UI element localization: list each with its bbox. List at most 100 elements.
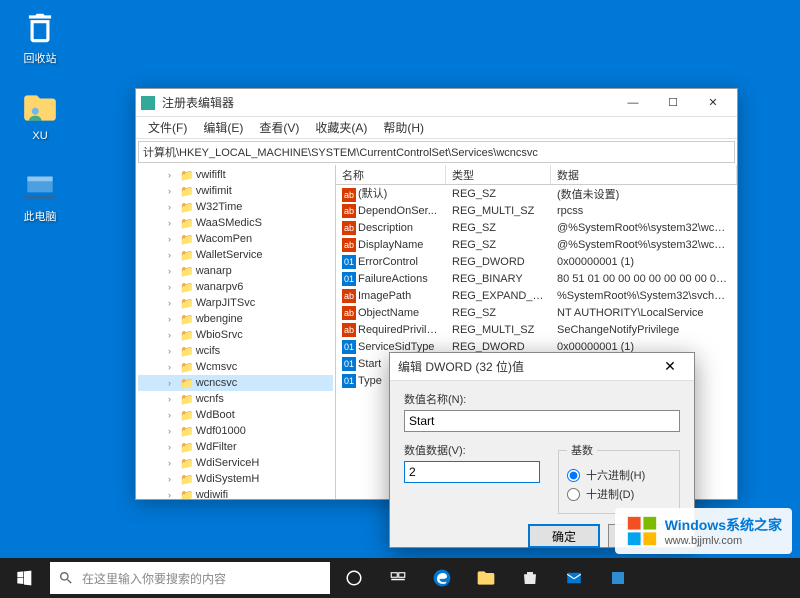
tree-item[interactable]: ›📁WarpJITSvc bbox=[138, 295, 333, 311]
tree-item[interactable]: ›📁Wcmsvc bbox=[138, 359, 333, 375]
tree-item[interactable]: ›📁wdiwifi bbox=[138, 487, 333, 499]
tree-item[interactable]: ›📁wcnfs bbox=[138, 391, 333, 407]
tree-item[interactable]: ›📁wanarpv6 bbox=[138, 279, 333, 295]
expand-icon[interactable]: › bbox=[168, 282, 178, 292]
minimize-button[interactable]: — bbox=[613, 91, 653, 115]
radio-dec-row[interactable]: 十进制(D) bbox=[567, 486, 671, 502]
list-row[interactable]: abDependOnSer...REG_MULTI_SZrpcss bbox=[336, 202, 737, 219]
expand-icon[interactable]: › bbox=[168, 218, 178, 228]
tree-item[interactable]: ›📁vwifimit bbox=[138, 183, 333, 199]
expand-icon[interactable]: › bbox=[168, 378, 178, 388]
list-row[interactable]: abImagePathREG_EXPAND_SZ%SystemRoot%\Sys… bbox=[336, 287, 737, 304]
list-row[interactable]: abObjectNameREG_SZNT AUTHORITY\LocalServ… bbox=[336, 304, 737, 321]
tree-item[interactable]: ›📁wbengine bbox=[138, 311, 333, 327]
expand-icon[interactable]: › bbox=[168, 426, 178, 436]
watermark-title: Windows系统之家 bbox=[665, 515, 782, 535]
tree-item[interactable]: ›📁WalletService bbox=[138, 247, 333, 263]
tree-item[interactable]: ›📁WdBoot bbox=[138, 407, 333, 423]
regedit-icon bbox=[140, 95, 156, 111]
titlebar[interactable]: 注册表编辑器 — ☐ ✕ bbox=[136, 89, 737, 117]
menu-favorites[interactable]: 收藏夹(A) bbox=[307, 117, 375, 138]
menu-help[interactable]: 帮助(H) bbox=[375, 117, 432, 138]
col-name[interactable]: 名称 bbox=[336, 165, 446, 184]
tree-item[interactable]: ›📁WacomPen bbox=[138, 231, 333, 247]
expand-icon[interactable]: › bbox=[168, 442, 178, 452]
radio-hex-row[interactable]: 十六进制(H) bbox=[567, 467, 671, 483]
taskbar-cortana[interactable] bbox=[332, 558, 376, 598]
expand-icon[interactable]: › bbox=[168, 314, 178, 324]
list-row[interactable]: abDisplayNameREG_SZ@%SystemRoot%\system3… bbox=[336, 236, 737, 253]
expand-icon[interactable]: › bbox=[168, 266, 178, 276]
expand-icon[interactable]: › bbox=[168, 202, 178, 212]
value-data: SeChangeNotifyPrivilege bbox=[551, 324, 737, 336]
expand-icon[interactable]: › bbox=[168, 234, 178, 244]
folder-icon bbox=[20, 88, 60, 128]
expand-icon[interactable]: › bbox=[168, 330, 178, 340]
tree-item[interactable]: ›📁wanarp bbox=[138, 263, 333, 279]
tree-panel[interactable]: ›📁vwififlt›📁vwifimit›📁W32Time›📁WaaSMedic… bbox=[136, 165, 336, 499]
radio-dec[interactable] bbox=[567, 488, 580, 501]
menu-file[interactable]: 文件(F) bbox=[140, 117, 195, 138]
tree-label: wbengine bbox=[196, 313, 243, 325]
expand-icon[interactable]: › bbox=[168, 170, 178, 180]
tree-item[interactable]: ›📁wcifs bbox=[138, 343, 333, 359]
list-row[interactable]: abDescriptionREG_SZ@%SystemRoot%\system3… bbox=[336, 219, 737, 236]
dialog-titlebar[interactable]: 编辑 DWORD (32 位)值 ✕ bbox=[390, 353, 694, 381]
tree-item[interactable]: ›📁W32Time bbox=[138, 199, 333, 215]
taskbar-app[interactable] bbox=[596, 558, 640, 598]
expand-icon[interactable]: › bbox=[168, 186, 178, 196]
taskbar-mail[interactable] bbox=[552, 558, 596, 598]
value-name-input[interactable] bbox=[404, 410, 680, 432]
menu-view[interactable]: 查看(V) bbox=[251, 117, 307, 138]
taskbar-explorer[interactable] bbox=[464, 558, 508, 598]
expand-icon[interactable]: › bbox=[168, 346, 178, 356]
maximize-button[interactable]: ☐ bbox=[653, 91, 693, 115]
tree-item[interactable]: ›📁wcncsvc bbox=[138, 375, 333, 391]
tree-label: Wcmsvc bbox=[196, 361, 238, 373]
expand-icon[interactable]: › bbox=[168, 490, 178, 499]
search-placeholder: 在这里输入你要搜索的内容 bbox=[82, 570, 226, 587]
expand-icon[interactable]: › bbox=[168, 362, 178, 372]
taskbar-store[interactable] bbox=[508, 558, 552, 598]
tree-item[interactable]: ›📁Wdf01000 bbox=[138, 423, 333, 439]
desktop-icon-user-folder[interactable]: XU bbox=[10, 88, 70, 142]
tree-item[interactable]: ›📁WdiSystemH bbox=[138, 471, 333, 487]
tree-item[interactable]: ›📁WbioSrvc bbox=[138, 327, 333, 343]
tree-item[interactable]: ›📁vwififlt bbox=[138, 167, 333, 183]
start-button[interactable] bbox=[0, 558, 48, 598]
taskbar-taskview[interactable] bbox=[376, 558, 420, 598]
tree-item[interactable]: ›📁WdiServiceH bbox=[138, 455, 333, 471]
col-data[interactable]: 数据 bbox=[551, 165, 737, 184]
value-data-input[interactable] bbox=[404, 461, 540, 483]
radio-hex[interactable] bbox=[567, 469, 580, 482]
desktop-icon-this-pc[interactable]: 此电脑 bbox=[10, 166, 70, 224]
expand-icon[interactable]: › bbox=[168, 394, 178, 404]
list-row[interactable]: 01FailureActionsREG_BINARY80 51 01 00 00… bbox=[336, 270, 737, 287]
value-name: RequiredPrivile... bbox=[358, 323, 442, 335]
list-row[interactable]: ab(默认)REG_SZ(数值未设置) bbox=[336, 185, 737, 202]
close-button[interactable]: ✕ bbox=[693, 91, 733, 115]
list-row[interactable]: 01ErrorControlREG_DWORD0x00000001 (1) bbox=[336, 253, 737, 270]
address-bar[interactable]: 计算机\HKEY_LOCAL_MACHINE\SYSTEM\CurrentCon… bbox=[138, 141, 735, 163]
taskbar-search[interactable]: 在这里输入你要搜索的内容 bbox=[50, 562, 330, 594]
watermark-url: www.bjjmlv.com bbox=[665, 535, 782, 547]
ok-button[interactable]: 确定 bbox=[528, 524, 600, 548]
value-icon: ab bbox=[342, 204, 356, 218]
menu-edit[interactable]: 编辑(E) bbox=[195, 117, 251, 138]
expand-icon[interactable]: › bbox=[168, 474, 178, 484]
list-row[interactable]: abRequiredPrivile...REG_MULTI_SZSeChange… bbox=[336, 321, 737, 338]
tree-item[interactable]: ›📁WdFilter bbox=[138, 439, 333, 455]
expand-icon[interactable]: › bbox=[168, 250, 178, 260]
folder-icon: 📁 bbox=[180, 409, 194, 422]
col-type[interactable]: 类型 bbox=[446, 165, 551, 184]
dialog-close-button[interactable]: ✕ bbox=[654, 355, 686, 379]
tree-item[interactable]: ›📁WaaSMedicS bbox=[138, 215, 333, 231]
expand-icon[interactable]: › bbox=[168, 458, 178, 468]
list-header[interactable]: 名称 类型 数据 bbox=[336, 165, 737, 185]
tree-label: WdFilter bbox=[196, 441, 237, 453]
folder-icon: 📁 bbox=[180, 297, 194, 310]
expand-icon[interactable]: › bbox=[168, 410, 178, 420]
taskbar-edge[interactable] bbox=[420, 558, 464, 598]
desktop-icon-recycle-bin[interactable]: 回收站 bbox=[10, 8, 70, 66]
expand-icon[interactable]: › bbox=[168, 298, 178, 308]
